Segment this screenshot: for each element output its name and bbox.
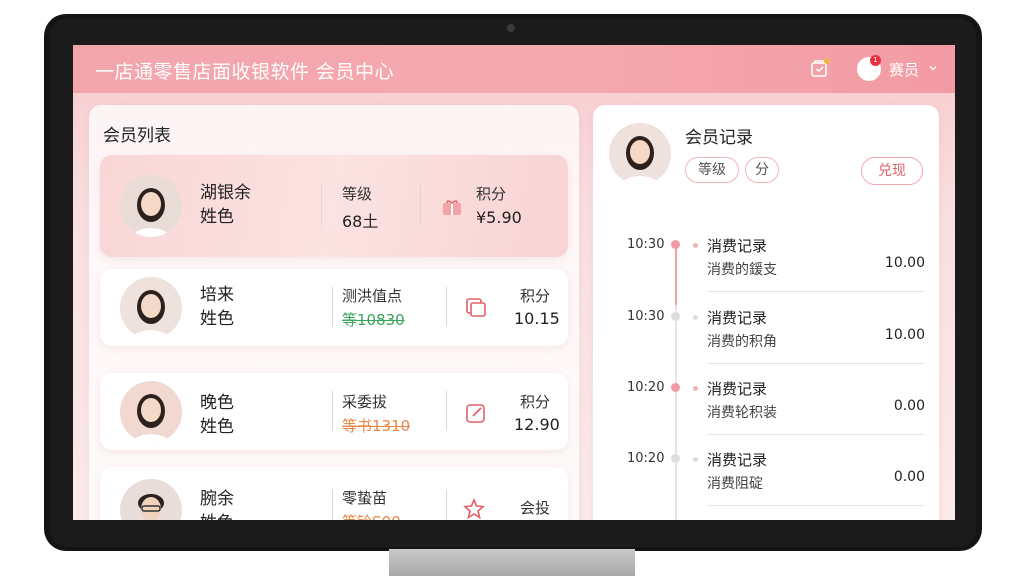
avatar: [120, 175, 182, 237]
member-records-title: 会员记录: [685, 128, 753, 148]
bullet: [693, 457, 698, 462]
user-name[interactable]: 赛员: [889, 59, 919, 80]
divider: [321, 185, 322, 225]
record-item[interactable]: 10:20 消费记录 消费轮积装 0.00: [593, 380, 939, 450]
divider: [420, 185, 421, 225]
record-subtitle: 消费阻碇: [707, 476, 763, 492]
record-subtitle: 消费的鍰支: [707, 262, 777, 278]
edit-icon: [466, 404, 485, 423]
divider: [332, 287, 333, 327]
app-screen: 一店通零售店面收银软件 会员中心 1 赛员 会员列表 湖银余 姓色 等级 68土: [73, 45, 955, 520]
member-name: 湖银余: [200, 183, 251, 203]
record-time: 10:30: [627, 309, 665, 324]
star-icon: [463, 497, 485, 520]
gift-icon: [443, 200, 461, 215]
member-sub: 姓色: [200, 417, 234, 437]
member-list-panel: 会员列表 湖银余 姓色 等级 68土 积分 ¥5.90 培来 姓色 测洪值点 等…: [89, 105, 579, 520]
record-title: 消费记录: [707, 451, 768, 469]
divider: [446, 489, 447, 520]
record-item[interactable]: 10:20 消费记录 消费阻碇 0.00: [593, 451, 939, 520]
divider: [332, 489, 333, 520]
coupon-icon: [466, 298, 486, 317]
avatar: [120, 381, 182, 443]
record-subtitle: 消费的积角: [707, 334, 777, 350]
avatar: [120, 479, 182, 520]
record-amount: 0.00: [893, 398, 925, 414]
member-value-1: 等铃S00: [342, 511, 401, 520]
member-label-2: 积分: [520, 287, 551, 305]
member-label-1: 测洪值点: [342, 287, 403, 305]
avatar: [609, 123, 671, 185]
record-amount: 0.00: [893, 469, 925, 485]
redeem-button[interactable]: 兑现: [861, 157, 923, 185]
member-value-1: 68土: [342, 212, 379, 231]
record-time: 10:20: [627, 451, 665, 466]
divider: [332, 391, 333, 431]
member-records-panel: 会员记录 等级 分 兑现 10:30 消费记录 消费的鍰支 10.00 10:3…: [593, 105, 939, 520]
member-value-2: 10.15: [514, 309, 560, 328]
member-card[interactable]: 培来 姓色 测洪值点 等10830 积分 10.15: [100, 269, 568, 346]
timeline-dot: [671, 312, 680, 321]
bullet: [693, 243, 698, 248]
record-subtitle: 消费轮积装: [707, 405, 777, 421]
member-label-1: 零蛰苗: [342, 489, 388, 507]
record-time: 10:30: [627, 237, 665, 252]
app-header: 一店通零售店面收银软件 会员中心 1 赛员: [73, 45, 955, 93]
record-title: 消费记录: [707, 309, 768, 327]
member-card-selected[interactable]: 湖银余 姓色 等级 68土 积分 ¥5.90: [100, 155, 568, 257]
app-title: 一店通零售店面收银软件 会员中心: [95, 61, 395, 83]
tag-level[interactable]: 等级: [685, 157, 739, 183]
member-sub: 姓色: [200, 309, 234, 329]
divider: [446, 391, 447, 431]
monitor-stand: [389, 549, 635, 576]
timeline-dot: [671, 454, 680, 463]
divider: [446, 287, 447, 327]
avatar: [120, 277, 182, 339]
camera-dot: [507, 24, 515, 32]
member-value-1: 等书1310: [342, 417, 411, 435]
member-sub: 姓色: [200, 511, 234, 520]
member-label-1: 等级: [342, 185, 373, 203]
member-value-2: ¥5.90: [476, 208, 522, 227]
member-name: 腕余: [200, 489, 234, 509]
notification-badge: 1: [870, 55, 881, 66]
member-card[interactable]: 腕余 姓色 零蛰苗 等铃S00 会投: [100, 467, 568, 520]
member-value-2: 12.90: [514, 415, 560, 434]
member-label-2: 积分: [476, 185, 507, 203]
member-card[interactable]: 晚色 姓色 采委拔 等书1310 积分 12.90: [100, 373, 568, 450]
member-label-2: 会投: [520, 499, 551, 517]
divider: [707, 291, 925, 292]
record-amount: 10.00: [884, 327, 925, 343]
member-list-title: 会员列表: [103, 126, 171, 146]
record-item[interactable]: 10:30 消费记录 消费的积角 10.00: [593, 309, 939, 379]
timeline-dot: [671, 383, 680, 392]
record-title: 消费记录: [707, 380, 768, 398]
tag-points[interactable]: 分: [745, 157, 779, 183]
bullet: [693, 386, 698, 391]
bullet: [693, 315, 698, 320]
timeline-dot: [671, 240, 680, 249]
member-label-1: 采委拔: [342, 393, 388, 411]
divider: [707, 505, 925, 506]
record-item[interactable]: 10:30 消费记录 消费的鍰支 10.00: [593, 237, 939, 307]
record-time: 10:20: [627, 380, 665, 395]
member-name: 培来: [200, 285, 234, 305]
member-name: 晚色: [200, 393, 234, 413]
member-sub: 姓色: [200, 207, 234, 227]
record-title: 消费记录: [707, 237, 768, 255]
record-amount: 10.00: [884, 255, 925, 271]
member-label-2: 积分: [520, 393, 551, 411]
divider: [707, 434, 925, 435]
member-value-1: 等10830: [342, 311, 405, 329]
divider: [707, 363, 925, 364]
chevron-down-icon[interactable]: [929, 64, 937, 72]
store-notification-icon[interactable]: [809, 57, 831, 79]
